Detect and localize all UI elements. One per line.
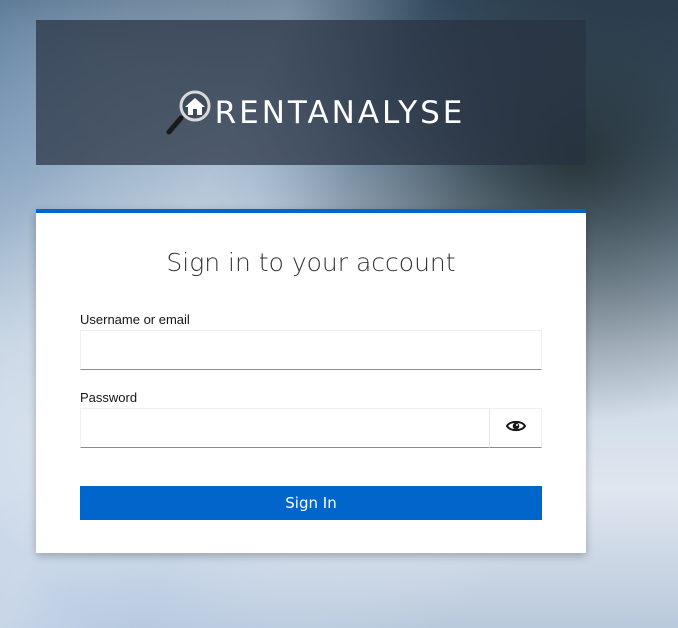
login-card: Sign in to your account Username or emai… [36,209,586,553]
eye-icon [505,419,526,438]
show-password-button[interactable] [489,408,542,448]
password-input[interactable] [80,408,490,448]
brand-name: RENTANALYSE [214,94,466,131]
brand-header: RENTANALYSE [36,20,586,165]
password-label: Password [80,390,138,405]
sign-in-button[interactable]: Sign In [80,486,542,520]
house-magnifier-icon [165,90,213,136]
brand-logo: RENTANALYSE [165,90,466,136]
password-field-group [80,408,542,448]
username-input[interactable] [80,330,542,370]
page-title: Sign in to your account [166,248,456,277]
username-label: Username or email [80,312,190,327]
